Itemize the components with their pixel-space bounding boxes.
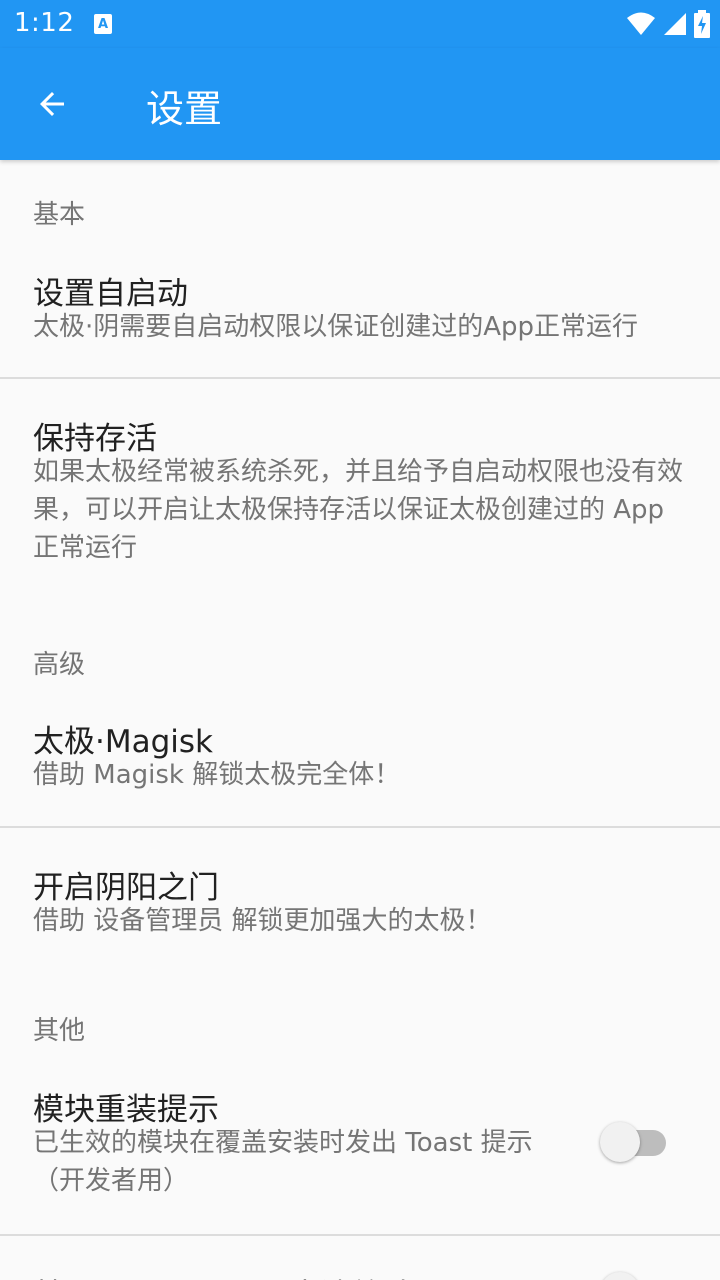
- pref-keepalive[interactable]: 保持存活 如果太极经常被系统杀死，并且给予自启动权限也没有效果，可以开启让太极保…: [0, 379, 720, 579]
- status-bar: 1:12 A: [0, 0, 720, 48]
- category-basic: 基本: [33, 200, 86, 230]
- status-time: 1:12: [14, 8, 75, 38]
- pref-title: 模块重装提示: [33, 1092, 219, 1128]
- pref-title: 开启阴阳之门: [33, 870, 219, 906]
- pref-title: 设置自启动: [33, 276, 188, 312]
- notification-icon: A: [94, 14, 112, 34]
- crash-stats-switch[interactable]: [600, 1272, 666, 1280]
- pref-summary: 借助 设备管理员 解锁更加强大的太极！: [33, 906, 492, 936]
- arrow-left-icon: [40, 92, 64, 116]
- pref-summary: 借助 Magisk 解锁太极完全体！: [33, 760, 401, 790]
- reinstall-hint-switch[interactable]: [600, 1122, 666, 1162]
- battery-charging-icon: [694, 10, 710, 38]
- back-button[interactable]: [24, 76, 80, 132]
- pref-summary: 如果太极经常被系统杀死，并且给予自启动权限也没有效果，可以开启让太极保持存活以保…: [33, 457, 684, 563]
- pref-summary: 已生效的模块在覆盖安装时发出 Toast 提示（开发者用）: [33, 1128, 533, 1196]
- page-title: 设置: [146, 87, 223, 131]
- pref-title: 保持存活: [33, 421, 157, 457]
- category-advanced: 高级: [33, 650, 86, 680]
- category-other: 其他: [33, 1016, 86, 1046]
- pref-title: 禁用 App Center 崩溃统计: [33, 1270, 413, 1280]
- pref-title: 太极·Magisk: [33, 724, 213, 760]
- pref-autostart[interactable]: 设置自启动 太极·阴需要自启动权限以保证创建过的App正常运行: [0, 250, 720, 378]
- pref-disable-crash-stats[interactable]: 禁用 App Center 崩溃统计: [0, 1236, 720, 1280]
- wifi-icon: [627, 12, 655, 35]
- app-bar: 设置: [0, 48, 720, 160]
- switch-thumb: [600, 1122, 640, 1162]
- signal-icon: [664, 13, 686, 35]
- settings-list[interactable]: 基本 设置自启动 太极·阴需要自启动权限以保证创建过的App正常运行 保持存活 …: [0, 160, 720, 1280]
- pref-magisk[interactable]: 太极·Magisk 借助 Magisk 解锁太极完全体！: [0, 698, 720, 826]
- switch-thumb: [600, 1272, 640, 1280]
- pref-summary: 太极·阴需要自启动权限以保证创建过的App正常运行: [33, 312, 639, 342]
- pref-yinyang-gate[interactable]: 开启阴阳之门 借助 设备管理员 解锁更加强大的太极！: [0, 828, 720, 968]
- status-icons: [626, 10, 710, 38]
- pref-reinstall-hint[interactable]: 模块重装提示 已生效的模块在覆盖安装时发出 Toast 提示（开发者用）: [0, 1064, 720, 1234]
